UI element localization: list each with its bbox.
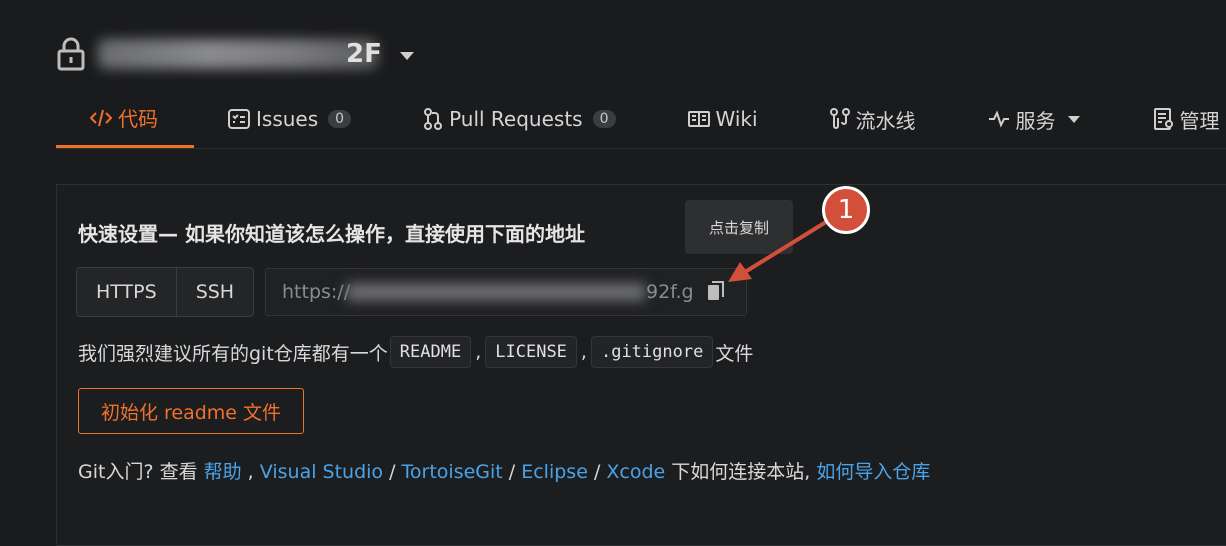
- gitignore-file-chip: .gitignore: [590, 336, 714, 368]
- readme-file-chip: README: [389, 336, 472, 368]
- license-file-chip: LICENSE: [485, 336, 577, 368]
- visual-studio-link[interactable]: Visual Studio: [260, 461, 383, 483]
- help-link[interactable]: 帮助: [204, 461, 242, 483]
- init-readme-button[interactable]: 初始化 readme 文件: [78, 388, 304, 434]
- eclipse-link[interactable]: Eclipse: [521, 461, 588, 483]
- readme-suffix: 文件: [715, 342, 754, 365]
- help-middle: 下如何连接本站,: [665, 461, 817, 483]
- xcode-link[interactable]: Xcode: [606, 461, 665, 483]
- annotation-number-badge: 1: [822, 186, 870, 234]
- annotation-arrow: [728, 220, 828, 282]
- separator: ,: [580, 341, 587, 363]
- import-repo-link[interactable]: 如何导入仓库: [816, 461, 930, 483]
- separator: ,: [475, 341, 482, 363]
- tortoisegit-link[interactable]: TortoiseGit: [402, 461, 503, 483]
- readme-suggestion: 我们强烈建议所有的git仓库都有一个 README , LICENSE , .g…: [78, 336, 753, 368]
- help-prefix: Git入门? 查看: [78, 461, 204, 483]
- help-line: Git入门? 查看 帮助 , Visual Studio / TortoiseG…: [78, 461, 931, 483]
- readme-prefix: 我们强烈建议所有的git仓库都有一个: [78, 342, 388, 365]
